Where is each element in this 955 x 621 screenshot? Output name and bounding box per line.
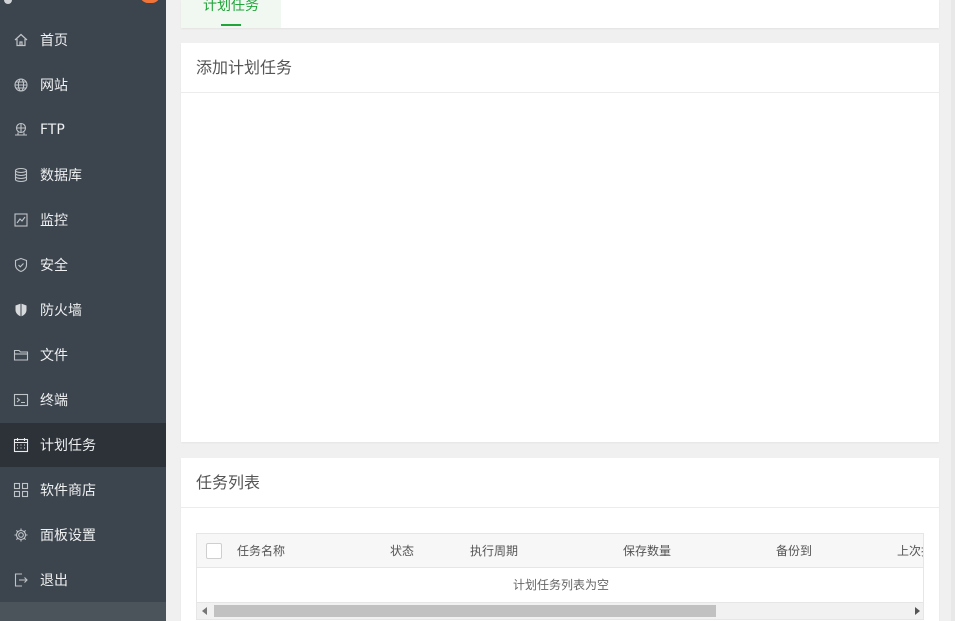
scrollbar-thumb[interactable] (214, 605, 716, 617)
column-header[interactable]: 执行周期 (470, 534, 518, 568)
sidebar-item-files[interactable]: 文件 (0, 333, 166, 377)
folder-icon (13, 347, 29, 363)
logo-icon (4, 0, 12, 4)
tab-bar: 计划任务 (181, 0, 939, 28)
tab-label: 计划任务 (203, 0, 259, 14)
sidebar-item-firewall[interactable]: 防火墙 (0, 288, 166, 332)
scroll-left-arrow-icon[interactable] (202, 607, 207, 615)
select-all-checkbox[interactable] (206, 543, 222, 559)
sidebar-item-label: 首页 (40, 33, 68, 49)
shield-check-icon (13, 257, 29, 273)
task-list-panel: 任务列表 任务名称 状态 执行周期 保存数量 备份到 上次执 计划任务列表为空 (181, 458, 939, 621)
sidebar-item-label: 终端 (40, 393, 68, 409)
sidebar-item-home[interactable]: 首页 (0, 18, 166, 62)
globe-icon (13, 77, 29, 93)
sidebar-item-label: 防火墙 (40, 303, 82, 319)
column-header[interactable]: 状态 (390, 534, 414, 568)
table-header: 任务名称 状态 执行周期 保存数量 备份到 上次执 (197, 534, 923, 568)
sidebar-item-label: FTP (40, 122, 65, 138)
sidebar-item-label: 安全 (40, 258, 68, 274)
sidebar-footer (0, 602, 166, 621)
calendar-icon (13, 437, 29, 453)
sidebar: 首页 网站 FTP 数据库 监控 安全 防火墙 文件 终端 计划任务 软件商店 … (0, 0, 166, 621)
home-icon (13, 32, 29, 48)
sidebar-header (0, 0, 166, 16)
tab-active-indicator (221, 24, 241, 26)
scroll-right-arrow-icon[interactable] (915, 607, 920, 615)
column-header[interactable]: 上次执 (897, 534, 923, 568)
sidebar-item-terminal[interactable]: 终端 (0, 378, 166, 422)
sidebar-item-label: 文件 (40, 348, 68, 364)
sidebar-item-label: 软件商店 (40, 483, 96, 499)
database-icon (13, 167, 29, 183)
sidebar-item-label: 退出 (40, 573, 68, 589)
logout-icon (13, 572, 29, 588)
sidebar-item-label: 网站 (40, 78, 68, 94)
task-table: 任务名称 状态 执行周期 保存数量 备份到 上次执 计划任务列表为空 (196, 533, 924, 620)
horizontal-scrollbar[interactable] (197, 602, 923, 619)
empty-state-text: 计划任务列表为空 (512, 578, 609, 592)
sidebar-item-label: 数据库 (40, 168, 82, 184)
monitor-icon (13, 212, 29, 228)
page-scrollbar-track (951, 0, 955, 621)
sidebar-item-website[interactable]: 网站 (0, 63, 166, 107)
ftp-icon (13, 122, 29, 138)
notification-badge[interactable] (140, 0, 160, 3)
tab-cron[interactable]: 计划任务 (181, 0, 281, 28)
sidebar-item-security[interactable]: 安全 (0, 243, 166, 287)
sidebar-item-database[interactable]: 数据库 (0, 153, 166, 197)
terminal-icon (13, 392, 29, 408)
sidebar-item-logout[interactable]: 退出 (0, 558, 166, 602)
sidebar-item-app-store[interactable]: 软件商店 (0, 468, 166, 512)
sidebar-item-settings[interactable]: 面板设置 (0, 513, 166, 557)
column-header[interactable]: 备份到 (776, 534, 812, 568)
task-list-title: 任务列表 (181, 458, 939, 508)
gear-icon (13, 527, 29, 543)
sidebar-item-label: 面板设置 (40, 528, 96, 544)
sidebar-item-cron[interactable]: 计划任务 (0, 423, 166, 467)
add-task-title: 添加计划任务 (181, 43, 939, 93)
sidebar-item-monitor[interactable]: 监控 (0, 198, 166, 242)
sidebar-item-label: 监控 (40, 213, 68, 229)
sidebar-item-label: 计划任务 (40, 438, 96, 454)
column-header[interactable]: 保存数量 (623, 534, 671, 568)
column-header[interactable]: 任务名称 (237, 534, 285, 568)
sidebar-item-ftp[interactable]: FTP (0, 108, 166, 152)
firewall-icon (13, 302, 29, 318)
apps-icon (13, 482, 29, 498)
add-task-panel: 添加计划任务 (181, 43, 939, 442)
